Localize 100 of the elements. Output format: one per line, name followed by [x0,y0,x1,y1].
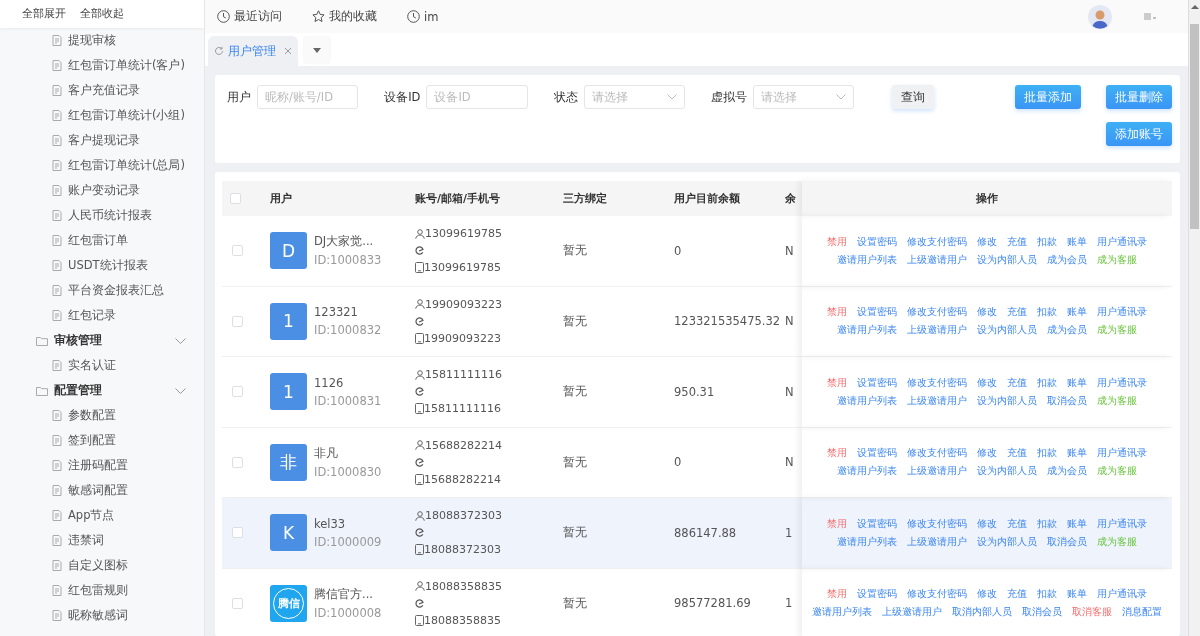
action-link[interactable]: 设置密码 [857,305,897,320]
sidebar-item[interactable]: 敏感词配置 [0,478,204,503]
topbar-link[interactable]: im [407,9,439,24]
action-link[interactable]: 设为内部人员 [977,464,1037,479]
action-link[interactable]: 上级邀请用户 [907,323,967,338]
action-link[interactable]: 充值 [1007,234,1027,249]
sidebar-item[interactable]: 客户充值记录 [0,78,204,103]
action-link[interactable]: 成为会员 [1047,323,1087,338]
sidebar-item[interactable]: 人民币统计报表 [0,203,204,228]
action-link[interactable]: 修改 [977,446,997,461]
action-link[interactable]: 用户通讯录 [1097,375,1147,390]
action-link[interactable]: 用户通讯录 [1097,587,1147,602]
input-field[interactable]: 昵称/账号/ID [257,85,359,109]
action-link[interactable]: 扣款 [1037,587,1057,602]
sidebar-item[interactable]: 实名认证 [0,353,204,378]
action-link[interactable]: 修改支付密码 [907,375,967,390]
sidebar-item[interactable]: 红包雷订单统计(客户) [0,53,204,78]
sidebar-item[interactable]: 红包雷规则 [0,578,204,603]
sidebar-item[interactable]: 红包记录 [0,303,204,328]
checkbox[interactable] [230,193,241,204]
action-link[interactable]: 充值 [1007,516,1027,531]
action-link[interactable]: 用户通讯录 [1097,516,1147,531]
action-link[interactable]: 扣款 [1037,446,1057,461]
action-link[interactable]: 账单 [1067,446,1087,461]
action-link[interactable]: 充值 [1007,375,1027,390]
tab-menu-button[interactable] [304,37,330,63]
input-field[interactable]: 设备ID [426,85,528,109]
action-link[interactable]: 设为内部人员 [977,252,1037,267]
select-field[interactable]: 请选择 [752,85,854,109]
sidebar-item[interactable]: 红包雷订单统计(总局) [0,153,204,178]
action-link[interactable]: 用户通讯录 [1097,305,1147,320]
sidebar-item[interactable]: 参数配置 [0,403,204,428]
table-row[interactable]: K kel33 ID:1000009 18088372303 18088372303 暂无 886147.88 1 禁用 设置密码 修改支付密码 修改 充值 扣款 账单 用户通讯录 邀请用户列表 上级邀请用户 设为内部人员 取消会员 成为客服 [222,498,1172,569]
close-icon[interactable] [284,47,292,55]
action-link[interactable]: 上级邀请用户 [907,464,967,479]
action-link[interactable]: 设置密码 [857,446,897,461]
sidebar-item[interactable]: 注册码配置 [0,453,204,478]
sidebar-item[interactable]: 平台资金报表汇总 [0,278,204,303]
action-link[interactable]: 邀请用户列表 [837,393,897,408]
sidebar-group[interactable]: 审核管理 [0,328,204,353]
add-account-button[interactable]: 添加账号 [1106,122,1172,146]
table-row[interactable]: 非 非凡 ID:1000830 15688282214 15688282214 暂无 0 N 禁用 设置密码 修改支付密码 修改 充值 扣款 账单 用户通讯录 邀请用户列表 上级邀请用户 设为内部人员 成为会员 成为客服 [222,427,1172,498]
action-link[interactable]: 扣款 [1037,375,1057,390]
action-link[interactable]: 邀请用户列表 [837,323,897,338]
action-link[interactable]: 扣款 [1037,516,1057,531]
action-link[interactable]: 充值 [1007,305,1027,320]
action-link[interactable]: 取消会员 [1047,393,1087,408]
action-link[interactable]: 修改支付密码 [907,516,967,531]
action-link[interactable]: 消息配置 [1122,605,1162,620]
action-link[interactable]: 禁用 [827,375,847,390]
action-link[interactable]: 设置密码 [857,375,897,390]
action-link[interactable]: 账单 [1067,375,1087,390]
action-link[interactable]: 成为客服 [1097,534,1137,549]
action-link[interactable]: 账单 [1067,516,1087,531]
sidebar-item[interactable]: USDT统计报表 [0,253,204,278]
action-link[interactable]: 修改支付密码 [907,587,967,602]
action-link[interactable]: 成为会员 [1047,252,1087,267]
sidebar-item[interactable]: 自定义图标 [0,553,204,578]
sidebar-toggle-link[interactable]: 全部收起 [80,7,124,21]
action-link[interactable]: 成为客服 [1097,464,1137,479]
action-link[interactable]: 成为客服 [1097,323,1137,338]
checkbox[interactable] [232,386,243,398]
action-link[interactable]: 设置密码 [857,587,897,602]
action-link[interactable]: 修改支付密码 [907,446,967,461]
select-field[interactable]: 请选择 [583,85,685,109]
action-link[interactable]: 修改 [977,305,997,320]
batch-button[interactable]: 批量删除 [1106,85,1172,109]
action-link[interactable]: 用户通讯录 [1097,446,1147,461]
sidebar-group[interactable]: 配置管理 [0,378,204,403]
action-link[interactable]: 上级邀请用户 [907,252,967,267]
topbar-link[interactable]: 我的收藏 [312,9,377,24]
action-link[interactable]: 账单 [1067,305,1087,320]
action-link[interactable]: 禁用 [827,446,847,461]
action-link[interactable]: 修改 [977,234,997,249]
action-link[interactable]: 扣款 [1037,305,1057,320]
action-link[interactable]: 成为会员 [1047,464,1087,479]
action-link[interactable]: 设置密码 [857,234,897,249]
action-link[interactable]: 账单 [1067,234,1087,249]
action-link[interactable]: 取消内部人员 [952,605,1012,620]
action-link[interactable]: 禁用 [827,587,847,602]
batch-button[interactable]: 批量添加 [1015,85,1081,109]
action-link[interactable]: 成为客服 [1097,252,1137,267]
user-menu-icon[interactable] [1144,11,1158,22]
action-link[interactable]: 上级邀请用户 [907,393,967,408]
action-link[interactable]: 禁用 [827,516,847,531]
table-row[interactable]: D DJ大家觉... ID:1000833 13099619785 13099619785 暂无 0 N 禁用 设置密码 修改支付密码 修改 充值 扣款 账单 用户通讯录 邀请用户列表 上级邀请用户 设为内部人员 成为会员 成为客服 [222,216,1172,287]
action-link[interactable]: 设为内部人员 [977,393,1037,408]
action-link[interactable]: 上级邀请用户 [907,534,967,549]
action-link[interactable]: 设为内部人员 [977,534,1037,549]
checkbox[interactable] [232,456,243,468]
action-link[interactable]: 充值 [1007,587,1027,602]
action-link[interactable]: 充值 [1007,446,1027,461]
checkbox[interactable] [232,315,243,327]
sidebar-toggle-link[interactable]: 全部展开 [22,7,66,21]
action-link[interactable]: 扣款 [1037,234,1057,249]
action-link[interactable]: 邀请用户列表 [837,252,897,267]
sidebar-item[interactable]: 违禁词 [0,528,204,553]
sidebar-item[interactable]: 红包雷订单统计(小组) [0,103,204,128]
action-link[interactable]: 修改 [977,516,997,531]
sidebar-item[interactable]: 账户变动记录 [0,178,204,203]
